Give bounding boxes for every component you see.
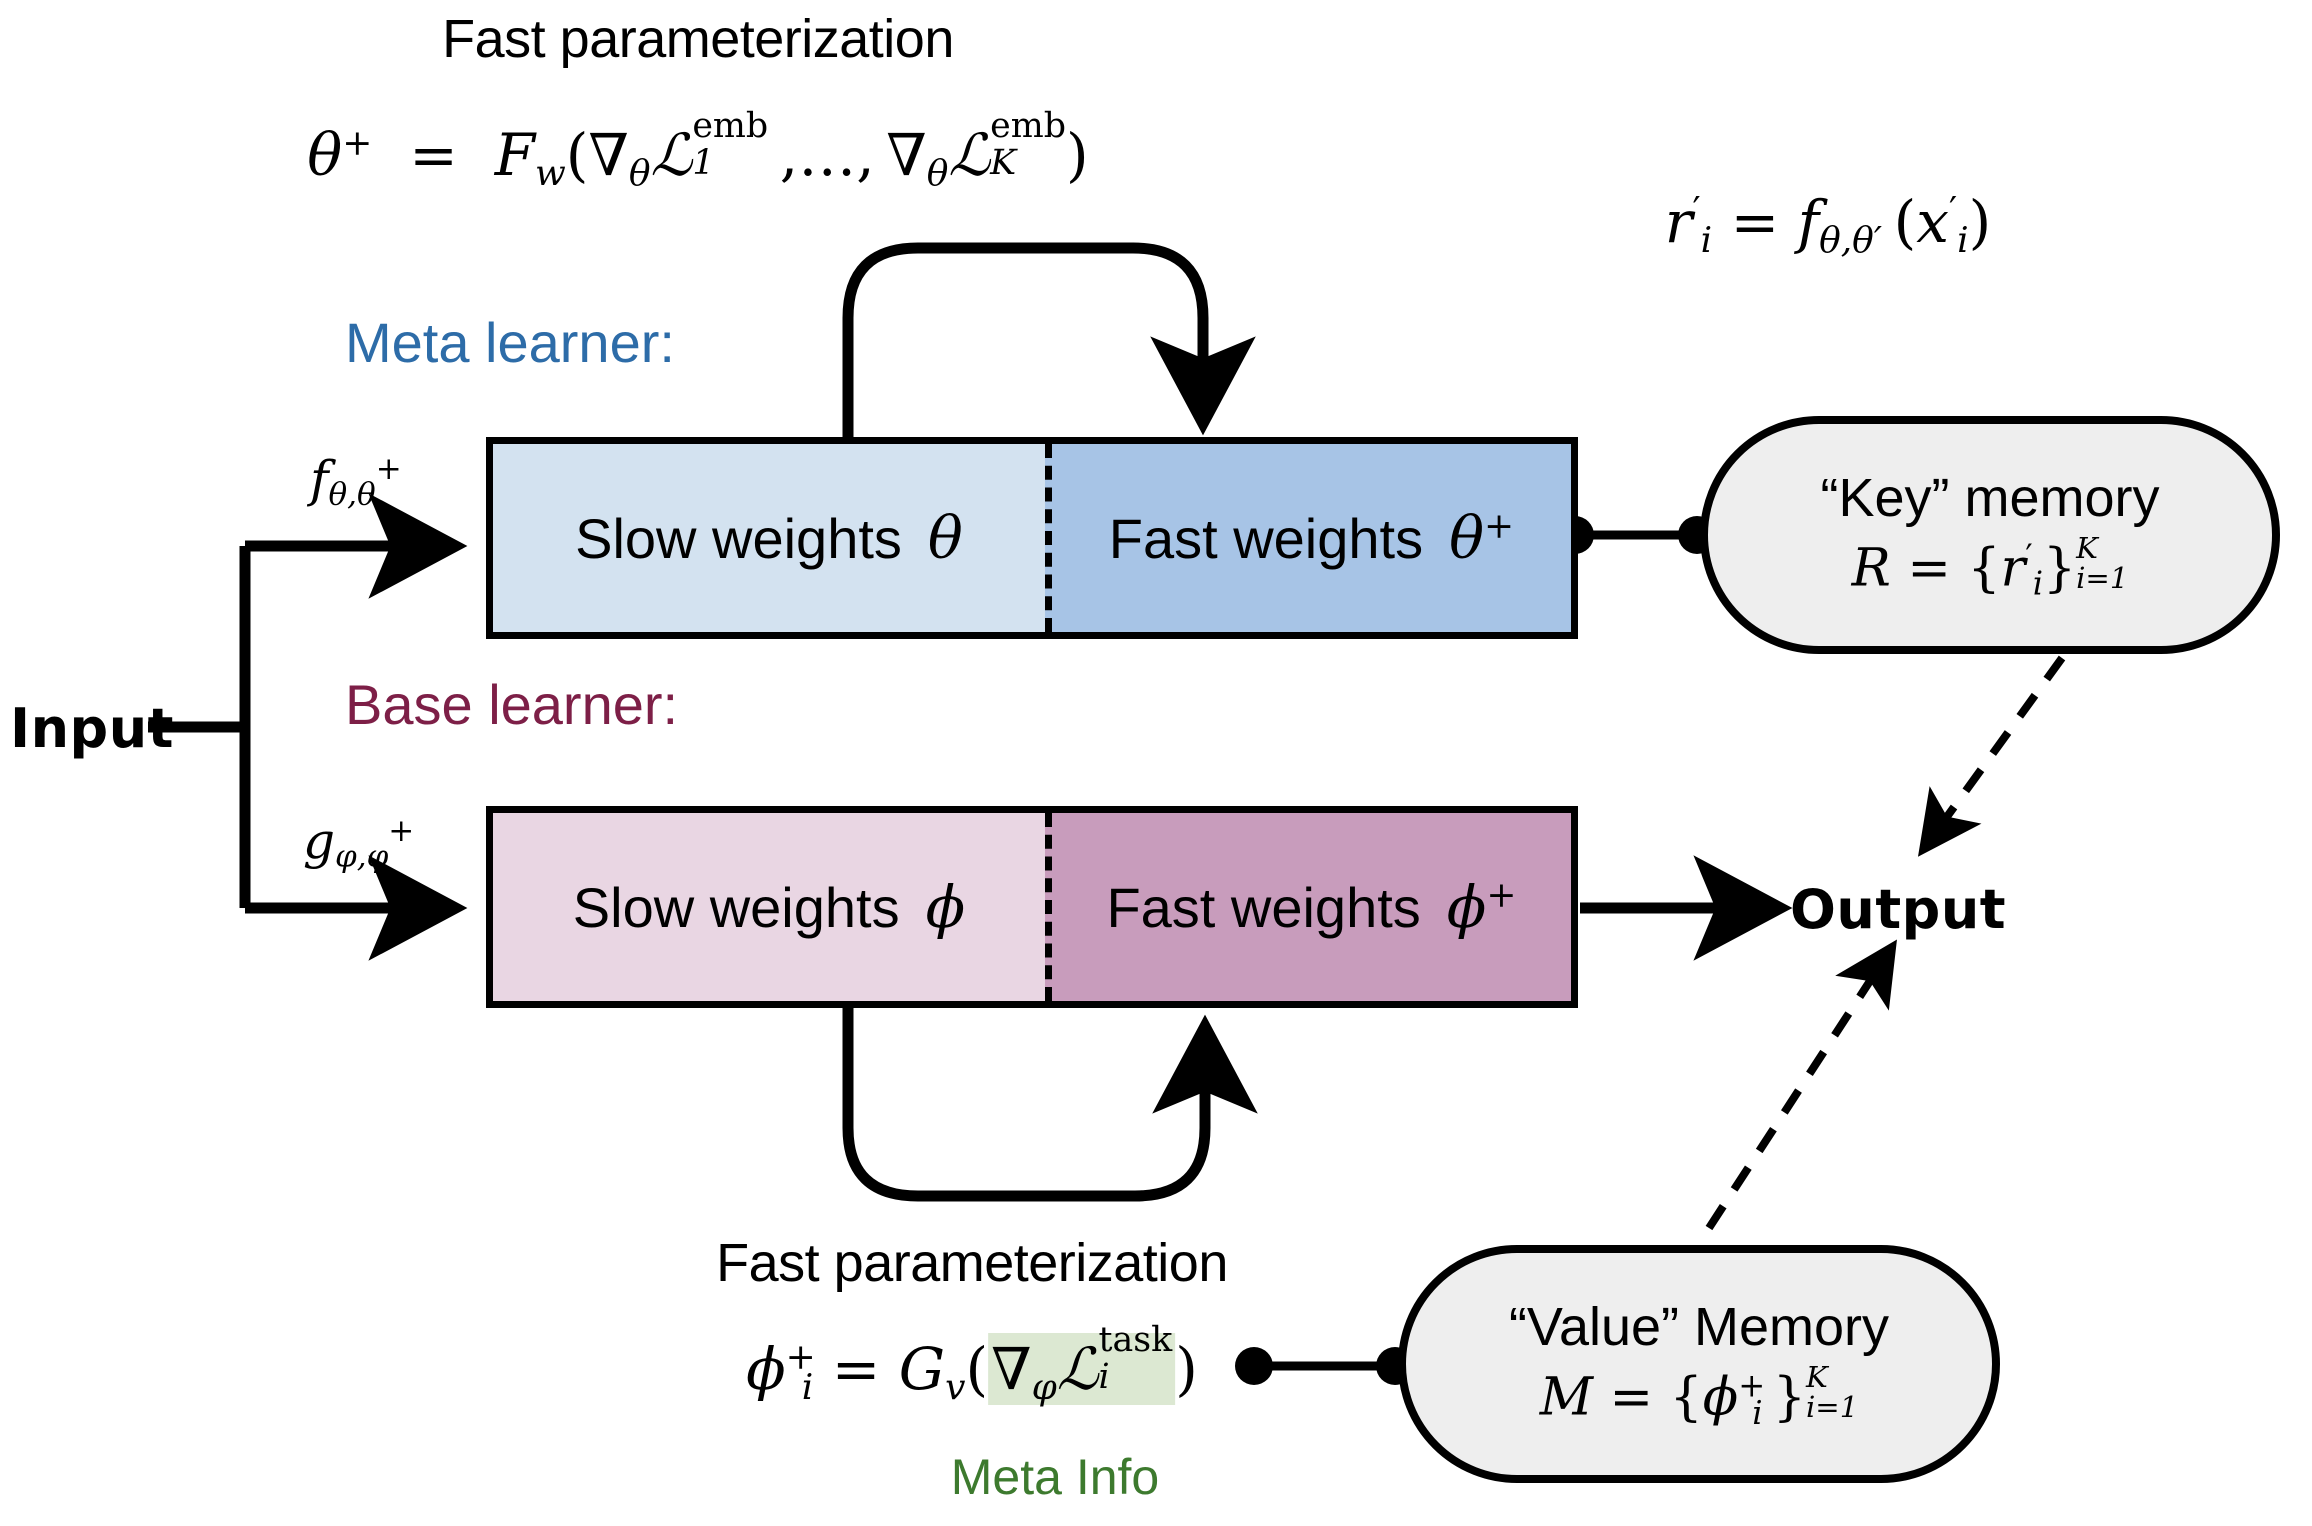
meta-fast-weights-cell: Fast weights θ+ bbox=[1044, 444, 1571, 632]
value-memory-equation: M = {ϕ+i } Ki=1 bbox=[1539, 1359, 1859, 1432]
base-learner-box: Slow weights ϕ Fast weights ϕ+ bbox=[486, 806, 1578, 1008]
top-fast-parameterization-title: Fast parameterization bbox=[442, 9, 954, 69]
theta-plus-equation: θ+ = Fw(∇θℒ emb 1 ,…, ∇θℒ emb K) bbox=[307, 106, 1089, 194]
nabla-icon: ∇ bbox=[588, 120, 629, 189]
meta-slow-weights-label: Slow weights bbox=[575, 506, 902, 570]
input-label: Input bbox=[10, 697, 174, 760]
meta-info-highlight: ∇φℒ task i bbox=[988, 1323, 1176, 1408]
meta-feedback-loop bbox=[842, 242, 1256, 443]
theta-symbol: θ bbox=[927, 504, 963, 572]
meta-learner-label: Meta learner: bbox=[345, 311, 675, 374]
base-slow-weights-cell: Slow weights ϕ bbox=[493, 813, 1045, 1001]
base-feedback-loop bbox=[842, 1005, 1258, 1202]
key-memory-connector bbox=[1556, 516, 1716, 554]
base-slow-weights-label: Slow weights bbox=[572, 875, 900, 939]
r-prime-equation: r′i = fθ,θ′ (x′i) bbox=[1664, 188, 1992, 262]
diagram-canvas: Fast parameterization θ+ = Fw(∇θℒ emb 1 ,…… bbox=[0, 0, 2312, 1526]
equals-sign: = bbox=[390, 120, 477, 189]
base-learner-label: Base learner: bbox=[345, 673, 679, 736]
phi-plus-symbol: ϕ+ bbox=[1446, 873, 1517, 941]
meta-info-label: Meta Info bbox=[950, 1449, 1160, 1505]
base-function-label: gφ,φ+ bbox=[303, 812, 415, 875]
loss-emb-K: ℒ bbox=[948, 120, 991, 189]
loss-emb-1: ℒ bbox=[650, 120, 693, 189]
key-memory-equation: R = {r′i} Ki=1 bbox=[1851, 530, 2129, 603]
value-memory-connector bbox=[1235, 1347, 1414, 1385]
nabla-icon-3: ∇ bbox=[991, 1334, 1032, 1403]
key-memory-dashed-arrow bbox=[1917, 655, 2066, 857]
value-memory-dashed-arrow bbox=[1705, 939, 1897, 1231]
bottom-fast-parameterization-title: Fast parameterization bbox=[716, 1233, 1228, 1293]
connector-dot-equation bbox=[1235, 1347, 1273, 1385]
key-memory-title: “Key” memory bbox=[1820, 468, 2160, 529]
phi-plus-equation: ϕ+i = Gv(∇φℒ task i) bbox=[746, 1320, 1198, 1408]
base-fast-weights-label: Fast weights bbox=[1106, 875, 1421, 939]
meta-slow-weights-cell: Slow weights θ bbox=[493, 444, 1045, 632]
theta-plus-symbol: θ+ bbox=[1449, 504, 1515, 572]
output-label: Output bbox=[1790, 878, 2007, 941]
base-fast-weights-cell: Fast weights ϕ+ bbox=[1044, 813, 1571, 1001]
F-w-function: Fw bbox=[494, 120, 566, 194]
value-memory-title: “Value” Memory bbox=[1508, 1297, 1890, 1358]
nabla-icon-2: ∇ bbox=[886, 120, 927, 189]
meta-fast-weights-label: Fast weights bbox=[1108, 506, 1424, 570]
phi-symbol: ϕ bbox=[925, 873, 966, 941]
meta-learner-box: Slow weights θ Fast weights θ+ bbox=[486, 437, 1578, 639]
meta-function-label: fθ,θ+ bbox=[310, 450, 402, 513]
loss-task-i: ℒ bbox=[1056, 1334, 1099, 1403]
value-memory-node[interactable]: “Value” Memory M = {ϕ+i } Ki=1 bbox=[1398, 1245, 2000, 1483]
key-memory-node[interactable]: “Key” memory R = {r′i} Ki=1 bbox=[1700, 416, 2280, 654]
theta-plus-lhs: θ+ bbox=[307, 120, 373, 189]
